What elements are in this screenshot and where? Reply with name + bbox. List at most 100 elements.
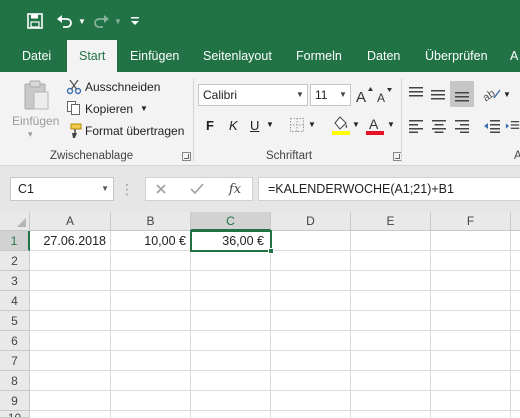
font-family-select[interactable]: Calibri ▼ — [198, 84, 308, 106]
tab-start[interactable]: Start — [67, 40, 118, 72]
align-right-icon[interactable] — [454, 118, 470, 134]
row-header-10[interactable]: 10 — [0, 411, 30, 418]
copy-icon[interactable] — [66, 100, 82, 116]
font-color-dropdown-icon[interactable]: ▼ — [387, 120, 395, 129]
align-left-icon[interactable] — [408, 118, 424, 134]
formula-input[interactable]: =KALENDERWOCHE(A1;21)+B1 — [258, 177, 520, 201]
undo-icon[interactable] — [54, 10, 76, 32]
column-header-b[interactable]: B — [111, 212, 191, 231]
tab-seitenlayout[interactable]: Seitenlayout — [203, 40, 272, 72]
enter-icon[interactable] — [190, 182, 204, 196]
format-painter-icon[interactable] — [66, 123, 82, 139]
row-header-3[interactable]: 3 — [0, 271, 30, 291]
underline-button[interactable]: U — [250, 118, 259, 133]
gridline — [350, 231, 351, 418]
tab-datei[interactable]: Datei — [22, 40, 51, 72]
svg-text:A: A — [369, 116, 379, 132]
font-group-label: Schriftart — [266, 150, 313, 162]
paste-icon[interactable] — [20, 78, 52, 112]
align-center-icon[interactable] — [431, 118, 447, 134]
name-box-value: C1 — [18, 182, 34, 196]
svg-text:A: A — [377, 91, 385, 104]
borders-dropdown-icon[interactable]: ▼ — [308, 120, 316, 129]
clipboard-launcher-icon[interactable] — [182, 152, 191, 161]
copy-dropdown-icon[interactable]: ▼ — [140, 104, 148, 113]
row-header-5[interactable]: 5 — [0, 311, 30, 331]
tab-einfuegen[interactable]: Einfügen — [130, 40, 179, 72]
column-header-c[interactable]: C — [191, 212, 271, 231]
column-header-d[interactable]: D — [271, 212, 351, 231]
column-header-a[interactable]: A — [30, 212, 111, 231]
column-header-e[interactable]: E — [351, 212, 431, 231]
tab-ansicht[interactable]: A — [510, 40, 518, 72]
cancel-icon[interactable] — [154, 182, 168, 196]
paste-button[interactable]: Einfügen — [12, 114, 59, 128]
fill-handle[interactable] — [268, 248, 274, 254]
font-size-select[interactable]: 11 ▼ — [310, 84, 351, 106]
formula-bar-grip-icon[interactable]: ⋮ — [120, 180, 134, 198]
tab-ueberpruefen[interactable]: Überprüfen — [425, 40, 488, 72]
copy-button[interactable]: Kopieren — [85, 102, 133, 116]
gridline — [270, 231, 271, 418]
font-family-value: Calibri — [203, 88, 238, 102]
customize-qat-icon[interactable] — [128, 10, 142, 32]
row-header-2[interactable]: 2 — [0, 251, 30, 271]
grow-font-icon[interactable]: A — [356, 85, 374, 105]
select-all-button[interactable] — [0, 212, 30, 231]
gridline — [30, 270, 520, 271]
row-header-1[interactable]: 1 — [0, 231, 30, 251]
name-box[interactable]: C1 ▼ — [10, 177, 114, 201]
scissors-icon[interactable] — [66, 79, 82, 95]
row-header-7[interactable]: 7 — [0, 351, 30, 371]
redo-dropdown-icon[interactable]: ▼ — [112, 10, 124, 32]
fill-color-dropdown-icon[interactable]: ▼ — [352, 120, 360, 129]
chevron-down-icon: ▼ — [339, 90, 347, 99]
align-top-icon[interactable] — [408, 86, 424, 102]
paste-dropdown-icon[interactable]: ▾ — [28, 129, 33, 140]
format-painter-button[interactable]: Format übertragen — [85, 124, 184, 138]
align-middle-icon[interactable] — [430, 86, 446, 102]
column-header-f[interactable]: F — [431, 212, 511, 231]
align-bottom-icon[interactable] — [450, 81, 474, 107]
orientation-dropdown-icon[interactable]: ▼ — [503, 90, 511, 99]
italic-button[interactable]: K — [229, 118, 238, 133]
undo-dropdown-icon[interactable]: ▼ — [76, 10, 88, 32]
shrink-font-icon[interactable]: A — [376, 85, 394, 105]
row-header-8[interactable]: 8 — [0, 371, 30, 391]
active-cell-border — [190, 230, 272, 252]
row-header-4[interactable]: 4 — [0, 291, 30, 311]
save-icon[interactable] — [24, 10, 46, 32]
row-header-6[interactable]: 6 — [0, 331, 30, 351]
gridline — [30, 390, 520, 391]
chevron-down-icon: ▼ — [101, 184, 109, 193]
fill-color-icon[interactable] — [331, 114, 351, 136]
column-header-g[interactable] — [511, 212, 520, 231]
fill-color-swatch — [332, 131, 350, 135]
row-header-9[interactable]: 9 — [0, 391, 30, 411]
gridline — [30, 330, 520, 331]
tab-daten[interactable]: Daten — [367, 40, 400, 72]
redo-icon[interactable] — [90, 10, 112, 32]
borders-icon[interactable] — [289, 117, 305, 133]
underline-dropdown-icon[interactable]: ▼ — [266, 120, 274, 129]
decrease-indent-icon[interactable] — [483, 118, 501, 134]
font-color-icon[interactable]: A — [365, 114, 385, 136]
insert-function-button[interactable]: fx — [226, 180, 244, 198]
cut-button[interactable]: Ausschneiden — [85, 80, 160, 94]
chevron-down-icon: ▼ — [296, 90, 304, 99]
gridline — [190, 231, 191, 418]
svg-text:A: A — [356, 89, 366, 104]
cell-b1[interactable]: 10,00 € — [110, 231, 190, 251]
gridline — [30, 350, 520, 351]
orientation-icon[interactable]: ab — [483, 86, 501, 102]
increase-indent-icon[interactable] — [505, 118, 520, 134]
tab-formeln[interactable]: Formeln — [296, 40, 342, 72]
ribbon-separator — [193, 78, 194, 162]
gridline — [30, 310, 520, 311]
gridline — [110, 231, 111, 418]
bold-button[interactable]: F — [206, 118, 214, 133]
font-color-swatch — [366, 131, 384, 135]
cell-a1[interactable]: 27.06.2018 — [30, 231, 110, 251]
ribbon-separator — [401, 78, 402, 162]
formula-bar-buttons: fx — [145, 177, 253, 201]
